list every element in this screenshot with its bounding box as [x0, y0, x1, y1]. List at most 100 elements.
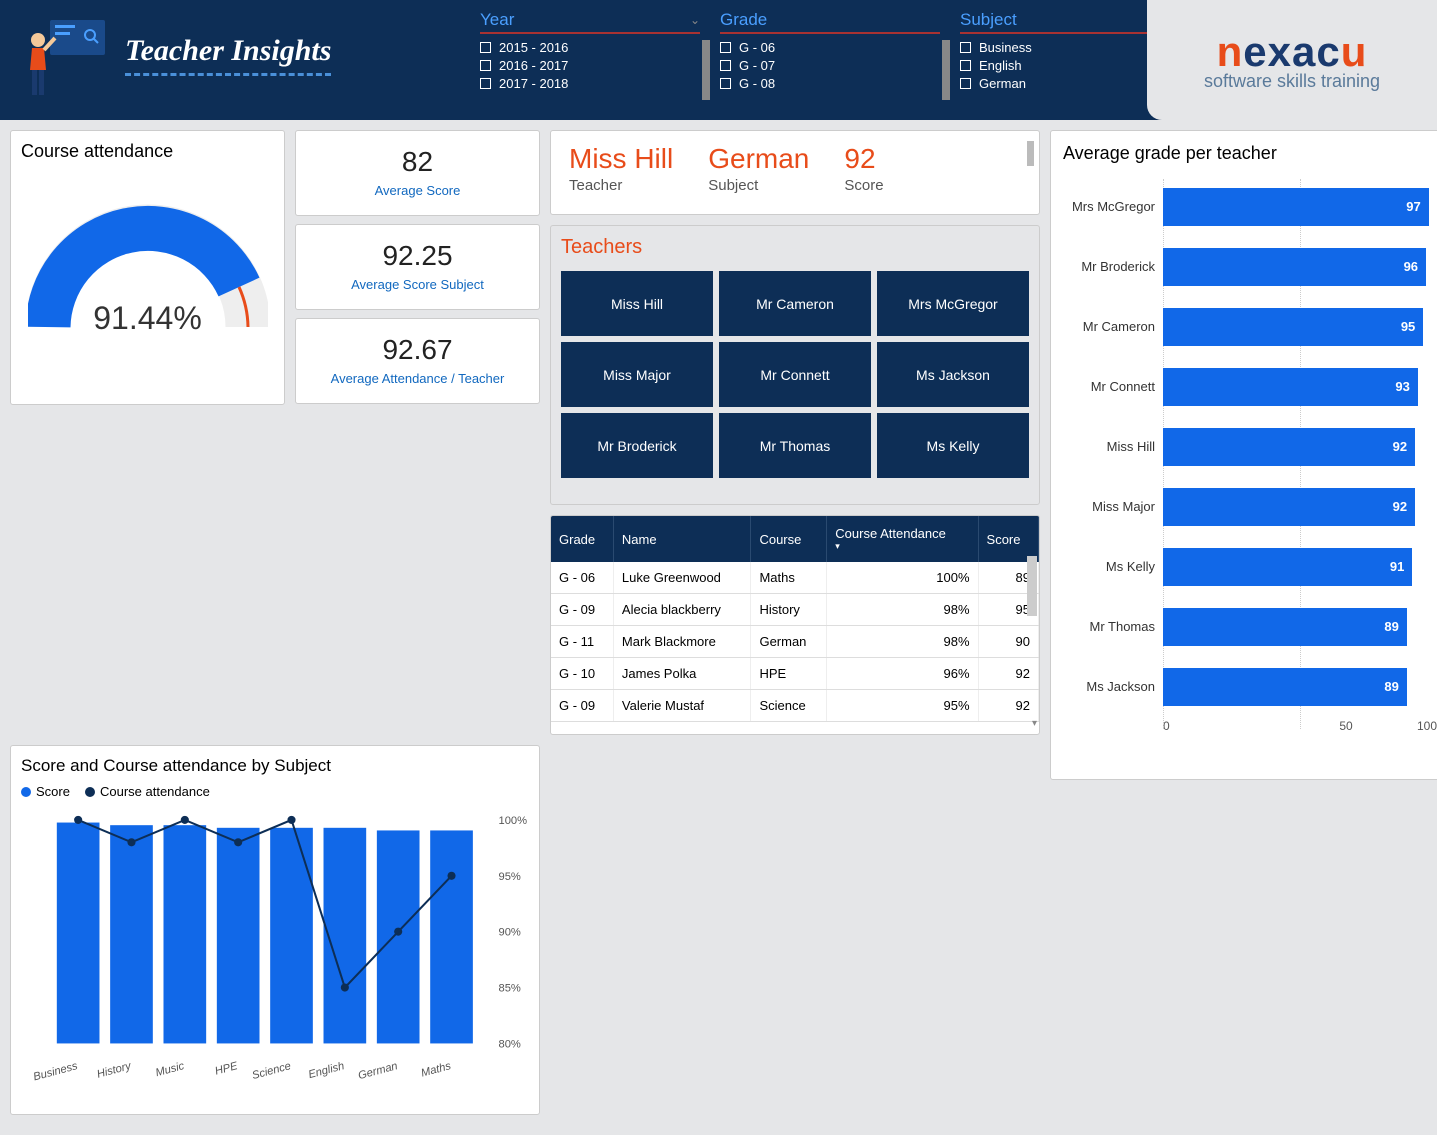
- checkbox-icon[interactable]: [480, 78, 491, 89]
- selected-scrollbar[interactable]: [1027, 141, 1034, 166]
- table-header[interactable]: Name: [613, 516, 751, 562]
- scroll-down-icon[interactable]: ▾: [1032, 718, 1037, 729]
- year-filter[interactable]: Year ⌄ 2015 - 2016 2016 - 2017 2017 - 2018: [480, 10, 700, 91]
- logo: nexacu software skills training: [1147, 0, 1437, 120]
- bar-row: Mr Thomas89: [1063, 599, 1437, 654]
- svg-text:80%: 80%: [499, 1039, 521, 1051]
- bar-fill[interactable]: 92: [1163, 428, 1415, 466]
- kpi-label: Average Score: [301, 183, 534, 198]
- teacher-button[interactable]: Mr Connett: [719, 342, 871, 407]
- teacher-button[interactable]: Miss Hill: [561, 271, 713, 336]
- student-table[interactable]: GradeNameCourseCourse Attendance▾Score G…: [551, 516, 1039, 722]
- combo-chart-card: Score and Course attendance by Subject S…: [10, 745, 540, 1115]
- combo-legend: Score Course attendance: [21, 784, 529, 799]
- filter-item-label: 2015 - 2016: [499, 40, 568, 55]
- filter-item-label: Business: [979, 40, 1032, 55]
- kpi-label: Average Attendance / Teacher: [301, 371, 534, 386]
- bar-fill[interactable]: 92: [1163, 488, 1415, 526]
- selected-teacher-label: Teacher: [569, 177, 673, 194]
- filter-item[interactable]: 2017 - 2018: [480, 76, 700, 91]
- teachers-panel: Teachers Miss HillMr CameronMrs McGregor…: [550, 225, 1040, 505]
- combo-bar[interactable]: [110, 825, 153, 1043]
- selected-subject-label: Subject: [708, 177, 809, 194]
- svg-text:85%: 85%: [499, 983, 521, 995]
- table-scrollbar[interactable]: [1027, 556, 1037, 616]
- combo-bar[interactable]: [270, 828, 313, 1044]
- combo-bar[interactable]: [377, 830, 420, 1043]
- combo-chart: 100%95%90%85%80%BusinessHistoryMusicHPES…: [21, 807, 529, 1097]
- sort-desc-icon: ▾: [835, 541, 969, 552]
- bar-fill[interactable]: 89: [1163, 668, 1407, 706]
- filter-item[interactable]: 2016 - 2017: [480, 58, 700, 73]
- svg-text:English: English: [307, 1060, 345, 1081]
- teacher-button[interactable]: Mrs McGregor: [877, 271, 1029, 336]
- bar-row: Miss Major92: [1063, 479, 1437, 534]
- filter-item-label: German: [979, 76, 1026, 91]
- selected-subject: German: [708, 143, 809, 175]
- filter-item-label: 2017 - 2018: [499, 76, 568, 91]
- bar-fill[interactable]: 91: [1163, 548, 1412, 586]
- avg-grade-bar-card: Average grade per teacher Mrs McGregor97…: [1050, 130, 1437, 780]
- chevron-down-icon[interactable]: ⌄: [690, 13, 700, 27]
- bar-fill[interactable]: 97: [1163, 188, 1429, 226]
- teacher-button[interactable]: Mr Broderick: [561, 413, 713, 478]
- avg-grade-bar-chart: Mrs McGregor97 Mr Broderick96 Mr Cameron95…: [1063, 179, 1437, 759]
- checkbox-icon[interactable]: [720, 60, 731, 71]
- teacher-button[interactable]: Mr Cameron: [719, 271, 871, 336]
- checkbox-icon[interactable]: [720, 42, 731, 53]
- grade-filter[interactable]: Grade G - 06G - 07G - 08: [720, 10, 940, 91]
- bar-label: Mr Broderick: [1063, 259, 1163, 274]
- table-header[interactable]: Course: [751, 516, 827, 562]
- svg-text:90%: 90%: [499, 927, 521, 939]
- selected-score-label: Score: [844, 177, 883, 194]
- svg-text:Science: Science: [251, 1060, 292, 1082]
- combo-bar[interactable]: [430, 830, 473, 1043]
- checkbox-icon[interactable]: [480, 42, 491, 53]
- checkbox-icon[interactable]: [480, 60, 491, 71]
- bar-fill[interactable]: 96: [1163, 248, 1426, 286]
- table-header[interactable]: Grade: [551, 516, 613, 562]
- teacher-button[interactable]: Mr Thomas: [719, 413, 871, 478]
- table-row[interactable]: G - 09Alecia blackberryHistory98%95: [551, 594, 1039, 626]
- filter-item[interactable]: G - 08: [720, 76, 940, 91]
- logo-text: nexacu: [1217, 28, 1368, 76]
- checkbox-icon[interactable]: [960, 42, 971, 53]
- page-title: Teacher Insights: [125, 34, 331, 76]
- checkbox-icon[interactable]: [960, 60, 971, 71]
- checkbox-icon[interactable]: [960, 78, 971, 89]
- table-row[interactable]: G - 06Luke GreenwoodMaths100%89: [551, 562, 1039, 594]
- attendance-gauge-card: Course attendance 91.44%: [10, 130, 285, 405]
- year-filter-label: Year: [480, 10, 514, 30]
- table-row[interactable]: G - 09Valerie MustafScience95%92: [551, 690, 1039, 722]
- kpi-label: Average Score Subject: [301, 277, 534, 292]
- filter-item[interactable]: G - 07: [720, 58, 940, 73]
- teacher-button[interactable]: Ms Kelly: [877, 413, 1029, 478]
- combo-bar[interactable]: [217, 828, 260, 1044]
- year-scrollbar[interactable]: [702, 40, 710, 100]
- bar-fill[interactable]: 89: [1163, 608, 1407, 646]
- combo-bar[interactable]: [163, 825, 206, 1043]
- combo-bar[interactable]: [324, 828, 367, 1044]
- checkbox-icon[interactable]: [720, 78, 731, 89]
- attendance-title: Course attendance: [21, 141, 274, 162]
- grade-scrollbar[interactable]: [942, 40, 950, 100]
- filter-item[interactable]: 2015 - 2016: [480, 40, 700, 55]
- subject-filter-label: Subject: [960, 10, 1017, 30]
- bar-fill[interactable]: 95: [1163, 308, 1423, 346]
- kpi-card: 92.25Average Score Subject: [295, 224, 540, 310]
- bar-row: Mrs McGregor97: [1063, 179, 1437, 234]
- gauge-value: 91.44%: [93, 300, 202, 337]
- combo-bar[interactable]: [57, 823, 100, 1044]
- table-row[interactable]: G - 11Mark BlackmoreGerman98%90: [551, 626, 1039, 658]
- teacher-button[interactable]: Miss Major: [561, 342, 713, 407]
- legend-score: Score: [36, 784, 70, 799]
- filter-item[interactable]: G - 06: [720, 40, 940, 55]
- table-header[interactable]: Course Attendance▾: [827, 516, 978, 562]
- teacher-presenting-icon: [20, 10, 110, 100]
- teacher-button[interactable]: Ms Jackson: [877, 342, 1029, 407]
- table-row[interactable]: G - 10James PolkaHPE96%92: [551, 658, 1039, 690]
- bar-fill[interactable]: 93: [1163, 368, 1418, 406]
- bar-row: Mr Cameron95: [1063, 299, 1437, 354]
- svg-text:History: History: [96, 1060, 134, 1081]
- kpi-card: 82Average Score: [295, 130, 540, 216]
